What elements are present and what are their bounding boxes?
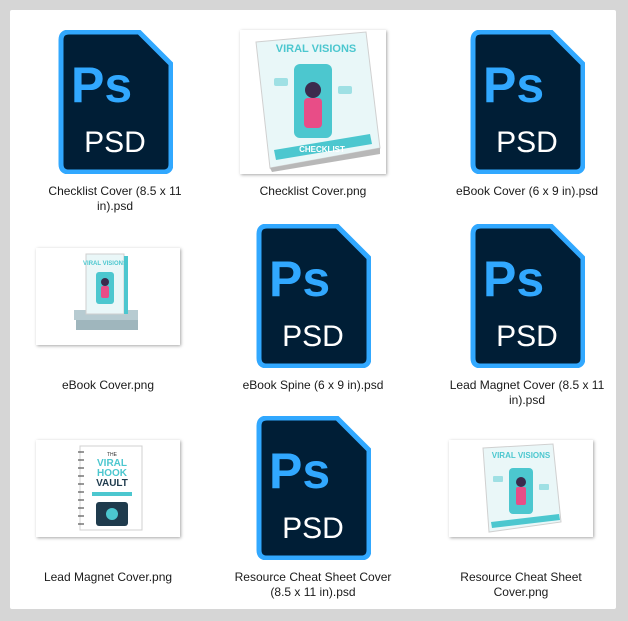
- file-thumbnail[interactable]: Ps PSD: [442, 26, 612, 178]
- ps-badge-text: Ps: [71, 57, 132, 113]
- file-item[interactable]: Ps PSD eBook Spine (6 x 9 in).psd: [228, 220, 398, 393]
- file-label[interactable]: Lead Magnet Cover (8.5 x 11 in).psd: [447, 378, 607, 408]
- file-item[interactable]: Ps PSD Lead Magnet Cover (8.5 x 11 in).p…: [442, 220, 612, 408]
- ps-badge-text: Ps: [483, 57, 544, 113]
- file-thumbnail[interactable]: Ps PSD: [228, 412, 398, 564]
- mock-line-text: VAULT: [96, 478, 128, 489]
- file-thumbnail[interactable]: Ps PSD: [228, 220, 398, 372]
- lead-magnet-mockup: THE VIRAL HOOK VAULT: [78, 445, 143, 530]
- file-thumbnail[interactable]: Ps PSD: [30, 26, 200, 178]
- file-label[interactable]: Checklist Cover.png: [233, 184, 393, 199]
- photoshop-file-icon: Ps PSD: [256, 224, 371, 368]
- photoshop-file-icon: Ps PSD: [256, 416, 371, 560]
- psd-extension-text: PSD: [496, 126, 558, 159]
- cheat-sheet-mockup: VIRAL VISIONS: [482, 442, 562, 533]
- ps-badge-text: Ps: [269, 443, 330, 499]
- file-label[interactable]: Resource Cheat Sheet Cover.png: [441, 570, 601, 600]
- file-label[interactable]: eBook Spine (6 x 9 in).psd: [233, 378, 393, 393]
- photoshop-file-icon: Ps PSD: [470, 224, 585, 368]
- file-label[interactable]: eBook Cover.png: [28, 378, 188, 393]
- mock-title-text: VIRAL VISIONS: [83, 261, 127, 267]
- checklist-mockup: VIRAL VISIONS CHECKLIST: [255, 31, 381, 172]
- ebook-cover-image: VIRAL VISIONS: [36, 247, 180, 345]
- ps-badge-text: Ps: [483, 251, 544, 307]
- photoshop-file-icon: Ps PSD: [470, 30, 585, 174]
- file-label[interactable]: eBook Cover (6 x 9 in).psd: [447, 184, 607, 199]
- file-item[interactable]: VIRAL VISIONS eBook Cover.png: [23, 220, 193, 393]
- lead-magnet-cover-image: THE VIRAL HOOK VAULT: [36, 439, 180, 537]
- psd-extension-text: PSD: [282, 512, 344, 545]
- file-label[interactable]: Resource Cheat Sheet Cover (8.5 x 11 in)…: [233, 570, 393, 600]
- file-thumbnail[interactable]: THE VIRAL HOOK VAULT: [23, 412, 193, 564]
- psd-extension-text: PSD: [496, 320, 558, 353]
- file-item[interactable]: Ps PSD Resource Cheat Sheet Cover (8.5 x…: [228, 412, 398, 600]
- mock-title-text: VIRAL VISIONS: [276, 43, 356, 55]
- file-item[interactable]: VIRAL VISIONS CHECKLIST Checklist Cover.…: [228, 26, 398, 199]
- file-label[interactable]: Lead Magnet Cover.png: [28, 570, 188, 585]
- file-item[interactable]: Ps PSD eBook Cover (6 x 9 in).psd: [442, 26, 612, 199]
- mock-footer-text: CHECKLIST: [299, 145, 345, 154]
- file-item[interactable]: VIRAL VISIONS Resource Cheat Sheet Cover…: [436, 412, 606, 600]
- file-item[interactable]: THE VIRAL HOOK VAULT Lead Magnet Cover.p…: [23, 412, 193, 585]
- file-thumbnail[interactable]: VIRAL VISIONS: [436, 412, 606, 564]
- file-thumbnail[interactable]: VIRAL VISIONS: [23, 220, 193, 372]
- ebook-mockup: VIRAL VISIONS: [74, 253, 138, 330]
- ps-badge-text: Ps: [269, 251, 330, 307]
- psd-extension-text: PSD: [84, 126, 146, 159]
- photoshop-file-icon: Ps PSD: [58, 30, 173, 174]
- cheat-sheet-cover-image: VIRAL VISIONS: [449, 439, 593, 537]
- psd-extension-text: PSD: [282, 320, 344, 353]
- file-item[interactable]: Ps PSD Checklist Cover (8.5 x 11 in).psd: [30, 26, 200, 214]
- file-thumbnail[interactable]: VIRAL VISIONS CHECKLIST: [228, 26, 398, 178]
- mock-title-text: VIRAL VISIONS: [492, 451, 551, 460]
- file-browser-pane: Ps PSD Checklist Cover (8.5 x 11 in).psd…: [10, 10, 616, 609]
- file-label[interactable]: Checklist Cover (8.5 x 11 in).psd: [35, 184, 195, 214]
- file-thumbnail[interactable]: Ps PSD: [442, 220, 612, 372]
- checklist-cover-image: VIRAL VISIONS CHECKLIST: [240, 30, 386, 174]
